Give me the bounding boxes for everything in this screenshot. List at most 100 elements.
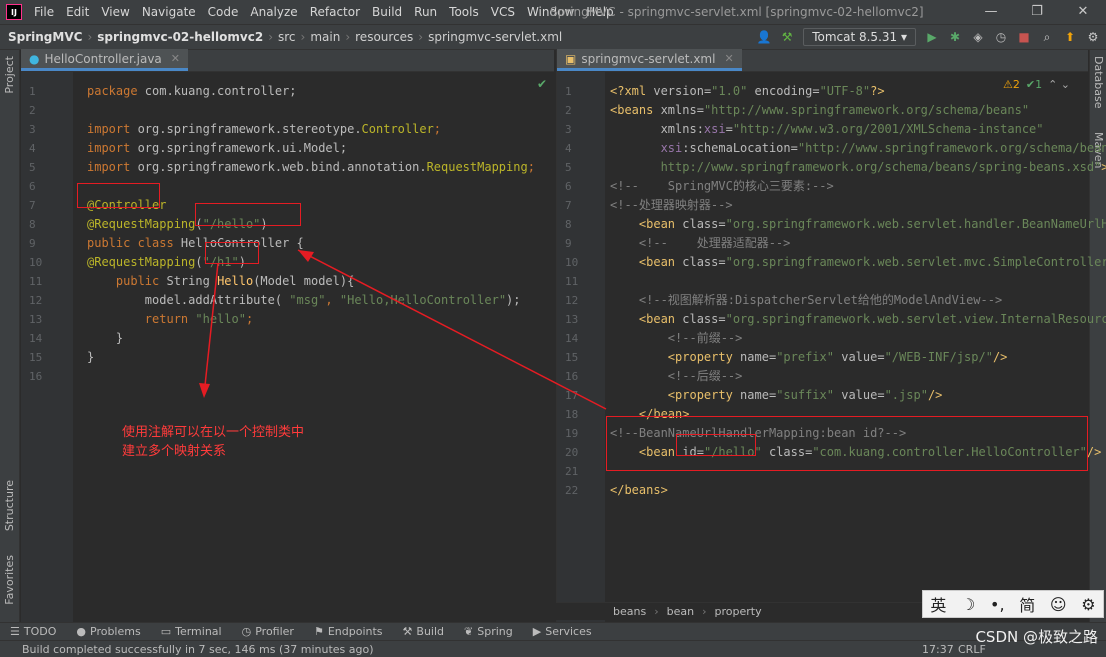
code-line[interactable]: <bean id="/hello" class="com.kuang.contr… xyxy=(610,443,1101,462)
code-line[interactable]: <bean class="org.springframework.web.ser… xyxy=(610,253,1106,272)
menu-navigate[interactable]: Navigate xyxy=(142,5,196,19)
tool-window-terminal[interactable]: ▭ Terminal xyxy=(161,625,222,638)
code-line[interactable]: <!--后缀--> xyxy=(610,367,743,386)
project-tool-button[interactable]: Project xyxy=(3,56,16,94)
breadcrumb-item[interactable]: springmvc-servlet.xml xyxy=(428,30,562,44)
tool-window-profiler[interactable]: ◷ Profiler xyxy=(242,625,294,638)
database-tool-button[interactable]: Database xyxy=(1092,56,1105,109)
tool-window-endpoints[interactable]: ⚑ Endpoints xyxy=(314,625,383,638)
ime-button[interactable]: 简 xyxy=(1019,592,1035,616)
code-line[interactable]: } xyxy=(87,348,94,367)
xml-breadcrumb-item[interactable]: beans xyxy=(613,605,646,618)
breadcrumb-item[interactable]: src xyxy=(278,30,296,44)
settings-icon[interactable]: ⚙ xyxy=(1086,30,1100,44)
code-line[interactable]: <!--前缀--> xyxy=(610,329,743,348)
breadcrumb-item[interactable]: main xyxy=(310,30,340,44)
restore-icon[interactable]: ❐ xyxy=(1014,4,1060,19)
code-token: "org.springframework.web.servlet.handler… xyxy=(725,217,1106,231)
code-line[interactable]: public class HelloController { xyxy=(87,234,304,253)
ime-button[interactable]: ☺ xyxy=(1050,595,1067,614)
code-line[interactable]: <!-- SpringMVC的核心三要素:--> xyxy=(610,177,834,196)
code-line[interactable]: return "hello"; xyxy=(87,310,253,329)
code-token: = xyxy=(718,255,726,269)
structure-tool-button[interactable]: Structure xyxy=(3,480,16,531)
code-line[interactable]: <bean class="org.springframework.web.ser… xyxy=(610,310,1106,329)
code-line[interactable]: <!--BeanNameUrlHandlerMapping:bean id?--… xyxy=(610,424,906,443)
inspection-widget[interactable]: ⚠2 ✔1 ⌃ ⌄ xyxy=(1003,78,1070,91)
breadcrumb-item[interactable]: resources xyxy=(355,30,413,44)
ime-button[interactable]: ⚙ xyxy=(1081,595,1095,614)
code-line[interactable]: @RequestMapping("/h1") xyxy=(87,253,246,272)
tool-window-todo[interactable]: ☰ TODO xyxy=(10,625,56,638)
build-hammer-icon[interactable]: ⚒ xyxy=(780,30,794,44)
line-number: 14 xyxy=(565,332,579,345)
menu-vcs[interactable]: VCS xyxy=(491,5,515,19)
line-number: 4 xyxy=(29,142,36,155)
minimize-icon[interactable]: — xyxy=(968,4,1014,19)
java-class-icon: ● xyxy=(29,51,40,66)
menu-edit[interactable]: Edit xyxy=(66,5,89,19)
menu-file[interactable]: File xyxy=(34,5,54,19)
close-icon[interactable]: ✕ xyxy=(1060,4,1106,19)
problems-icon: ● xyxy=(76,625,86,638)
tab-hello-controller[interactable]: ● HelloController.java ✕ xyxy=(21,49,189,71)
tool-window-build[interactable]: ⚒ Build xyxy=(403,625,445,638)
caret-position[interactable]: 17:37 xyxy=(922,643,954,656)
code-line[interactable]: <bean class="org.springframework.web.ser… xyxy=(610,215,1106,234)
debug-icon[interactable]: ✱ xyxy=(948,30,962,44)
code-line[interactable]: xmlns:xsi="http://www.w3.org/2001/XMLSch… xyxy=(610,120,1044,139)
code-line[interactable]: model.addAttribute( "msg", "Hello,HelloC… xyxy=(87,291,521,310)
menu-code[interactable]: Code xyxy=(208,5,239,19)
user-icon[interactable]: 👤 xyxy=(757,30,772,44)
xml-breadcrumb-item[interactable]: bean xyxy=(667,605,694,618)
code-line[interactable]: <!-- 处理器适配器--> xyxy=(610,234,790,253)
code-line[interactable]: } xyxy=(87,329,123,348)
tool-window-spring[interactable]: ❦ Spring xyxy=(464,625,513,638)
code-line[interactable]: <!--视图解析器:DispatcherServlet给他的ModelAndVi… xyxy=(610,291,1002,310)
xml-breadcrumb-item[interactable]: property xyxy=(714,605,761,618)
search-icon[interactable]: ⌕ xyxy=(1040,30,1054,44)
tab-springmvc-servlet[interactable]: ▣ springmvc-servlet.xml ✕ xyxy=(557,49,742,71)
code-token: "/hello" xyxy=(703,445,769,459)
line-number: 16 xyxy=(29,370,43,383)
profile-icon[interactable]: ◷ xyxy=(994,30,1008,44)
ime-button[interactable]: ☽ xyxy=(961,595,975,614)
menu-view[interactable]: View xyxy=(101,5,129,19)
tool-window-problems[interactable]: ● Problems xyxy=(76,625,140,638)
menu-refactor[interactable]: Refactor xyxy=(310,5,360,19)
stop-icon[interactable]: ■ xyxy=(1017,30,1031,44)
tool-window-services[interactable]: ▶ Services xyxy=(533,625,592,638)
update-icon[interactable]: ⬆ xyxy=(1063,30,1077,44)
menu-run[interactable]: Run xyxy=(414,5,437,19)
code-line[interactable]: import org.springframework.stereotype.Co… xyxy=(87,120,441,139)
breadcrumb-item[interactable]: springmvc-02-hellomvc2 xyxy=(97,30,263,44)
breadcrumb-item[interactable]: SpringMVC xyxy=(8,30,82,44)
code-line[interactable]: import org.springframework.ui.Model; xyxy=(87,139,347,158)
menu-tools[interactable]: Tools xyxy=(449,5,479,19)
code-line[interactable]: public String Hello(Model model){ xyxy=(87,272,354,291)
ime-button[interactable]: 英 xyxy=(930,592,946,616)
code-line[interactable]: <beans xmlns="http://www.springframework… xyxy=(610,101,1029,120)
code-line[interactable]: import org.springframework.web.bind.anno… xyxy=(87,158,535,177)
close-tab-icon[interactable]: ✕ xyxy=(171,52,180,65)
code-line[interactable]: http://www.springframework.org/schema/be… xyxy=(610,158,1106,177)
favorites-tool-button[interactable]: Favorites xyxy=(3,555,16,605)
code-line[interactable]: xsi:schemaLocation="http://www.springfra… xyxy=(610,139,1106,158)
code-line[interactable]: <?xml version="1.0" encoding="UTF-8"?> xyxy=(610,82,885,101)
code-line[interactable]: @RequestMapping("/hello") xyxy=(87,215,268,234)
code-line[interactable]: <property name="prefix" value="/WEB-INF/… xyxy=(610,348,1008,367)
close-tab-icon[interactable]: ✕ xyxy=(724,52,733,65)
code-line[interactable]: package com.kuang.controller; xyxy=(87,82,297,101)
menu-analyze[interactable]: Analyze xyxy=(250,5,297,19)
code-line[interactable]: <!--处理器映射器--> xyxy=(610,196,733,215)
ime-button[interactable]: •, xyxy=(990,595,1005,614)
menu-build[interactable]: Build xyxy=(372,5,402,19)
code-token: name xyxy=(740,350,769,364)
code-line[interactable]: </beans> xyxy=(610,481,668,500)
code-line[interactable]: </bean> xyxy=(610,405,690,424)
run-icon[interactable]: ▶ xyxy=(925,30,939,44)
code-line[interactable]: <property name="suffix" value=".jsp"/> xyxy=(610,386,943,405)
code-line[interactable]: @Controller xyxy=(87,196,166,215)
run-config-select[interactable]: Tomcat 8.5.31 ▾ xyxy=(803,28,916,46)
coverage-icon[interactable]: ◈ xyxy=(971,30,985,44)
